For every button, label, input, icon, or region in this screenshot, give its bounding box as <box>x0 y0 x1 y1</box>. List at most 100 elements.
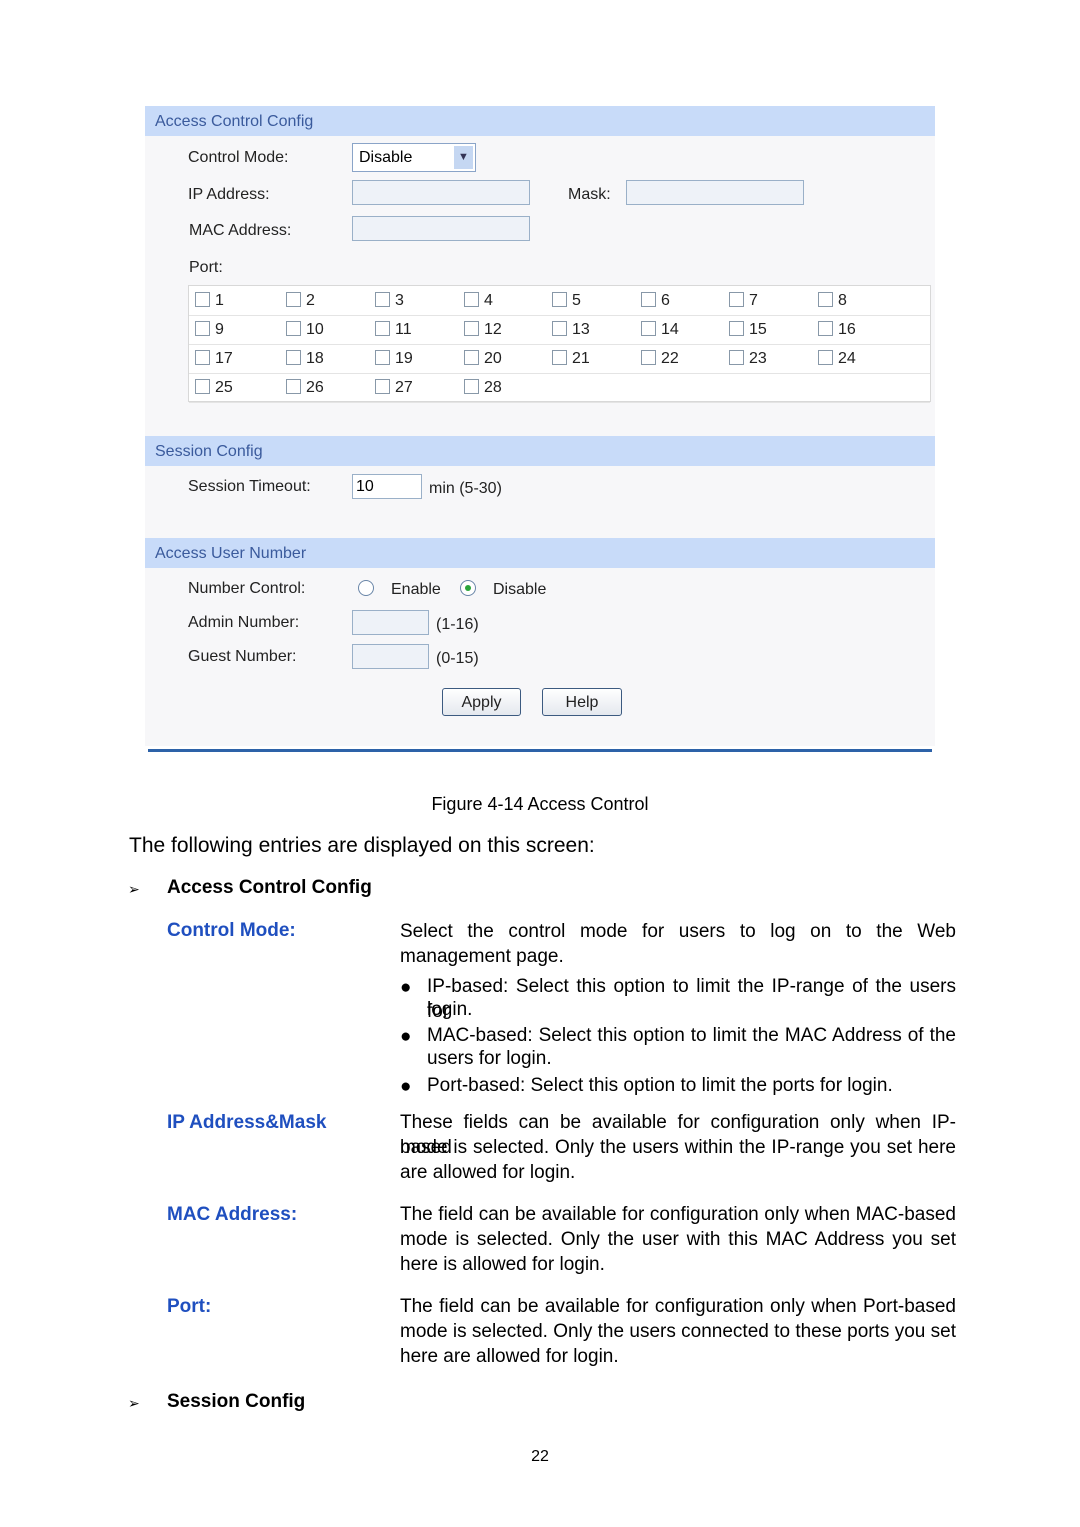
port-option: 26 <box>286 379 324 397</box>
desc-line: here are allowed for login. <box>400 1346 619 1367</box>
port-number: 2 <box>306 292 315 309</box>
port-checkbox[interactable] <box>641 350 656 365</box>
help-button[interactable]: Help <box>542 688 622 716</box>
enable-radio[interactable] <box>358 580 374 596</box>
port-option: 17 <box>195 350 233 368</box>
port-number: 17 <box>215 350 233 367</box>
port-checkbox[interactable] <box>464 321 479 336</box>
port-number: 11 <box>395 321 412 338</box>
port-option: 23 <box>729 350 767 368</box>
admin-number-hint: (1-16) <box>436 616 479 633</box>
bullet-line: Port-based: Select this option to limit … <box>427 1075 893 1096</box>
session-timeout-input[interactable]: 10 <box>352 474 422 499</box>
port-row: 9 10 11 12 13 14 15 16 <box>189 315 930 345</box>
port-checkbox[interactable] <box>464 379 479 394</box>
port-checkbox[interactable] <box>286 350 301 365</box>
figure-caption: Figure 4-14 Access Control <box>431 794 649 814</box>
port-number: 24 <box>838 350 856 367</box>
port-checkbox[interactable] <box>641 321 656 336</box>
port-checkbox[interactable] <box>729 321 744 336</box>
ip-address-label: IP Address: <box>188 186 270 203</box>
port-option: 16 <box>818 321 856 339</box>
port-checkbox[interactable] <box>195 379 210 394</box>
bullet-line: IP-based: Select this option to limit th… <box>427 976 956 1022</box>
port-checkbox[interactable] <box>818 350 833 365</box>
number-control-label: Number Control: <box>188 580 306 597</box>
port-number: 23 <box>749 350 767 367</box>
desc-line: Select the control mode for users to log… <box>400 921 956 942</box>
intro-text: The following entries are displayed on t… <box>129 834 595 857</box>
port-checkbox[interactable] <box>818 292 833 307</box>
port-number: 12 <box>484 321 502 338</box>
port-checkbox[interactable] <box>641 292 656 307</box>
port-number: 18 <box>306 350 324 367</box>
arrow-bullet-icon: ➢ <box>128 881 140 897</box>
port-checkbox[interactable] <box>552 350 567 365</box>
port-option: 1 <box>195 292 224 310</box>
port-option: 19 <box>375 350 413 368</box>
apply-button[interactable]: Apply <box>442 688 521 716</box>
guest-number-input[interactable] <box>352 644 429 669</box>
port-checkbox[interactable] <box>552 321 567 336</box>
port-checkbox[interactable] <box>375 379 390 394</box>
port-number: 27 <box>395 379 413 396</box>
page-number: 22 <box>531 1448 549 1465</box>
port-row: 17 18 19 20 21 22 23 24 <box>189 344 930 374</box>
port-row: 25 26 27 28 <box>189 373 930 403</box>
term-port: Port: <box>167 1296 212 1317</box>
port-checkbox[interactable] <box>195 292 210 307</box>
port-option: 25 <box>195 379 233 397</box>
port-checkbox[interactable] <box>195 350 210 365</box>
bullet-icon: ● <box>400 1076 412 1097</box>
port-option: 20 <box>464 350 502 368</box>
port-checkbox[interactable] <box>195 321 210 336</box>
port-option: 4 <box>464 292 493 310</box>
control-mode-select[interactable]: Disable ▼ <box>352 143 476 172</box>
session-timeout-hint: min (5-30) <box>429 480 502 497</box>
admin-number-input[interactable] <box>352 610 429 635</box>
port-option: 12 <box>464 321 502 339</box>
port-number: 4 <box>484 292 493 309</box>
port-number: 14 <box>661 321 679 338</box>
port-option: 10 <box>286 321 324 339</box>
disable-radio[interactable] <box>460 580 476 596</box>
chevron-down-icon: ▼ <box>454 146 473 169</box>
port-checkbox[interactable] <box>286 321 301 336</box>
port-option: 3 <box>375 292 404 310</box>
port-checkbox[interactable] <box>729 292 744 307</box>
port-number: 26 <box>306 379 324 396</box>
port-option: 28 <box>464 379 502 397</box>
port-number: 9 <box>215 321 224 338</box>
bullet-line: login. <box>427 999 473 1020</box>
section-heading: Session Config <box>167 1391 306 1412</box>
port-option: 11 <box>375 321 412 339</box>
access-control-header: Access Control Config <box>145 106 935 136</box>
session-timeout-label: Session Timeout: <box>188 478 311 495</box>
admin-number-label: Admin Number: <box>188 614 300 631</box>
control-mode-label: Control Mode: <box>188 149 289 166</box>
port-checkbox[interactable] <box>286 292 301 307</box>
port-checkbox[interactable] <box>375 321 390 336</box>
port-number: 22 <box>661 350 679 367</box>
port-option: 9 <box>195 321 224 339</box>
port-checkbox[interactable] <box>375 350 390 365</box>
port-checkbox[interactable] <box>464 350 479 365</box>
port-checkbox[interactable] <box>729 350 744 365</box>
port-number: 7 <box>749 292 758 309</box>
disable-label: Disable <box>493 581 547 598</box>
ip-address-input[interactable] <box>352 180 530 205</box>
port-number: 19 <box>395 350 413 367</box>
port-option: 8 <box>818 292 847 310</box>
mask-input[interactable] <box>626 180 804 205</box>
port-option: 18 <box>286 350 324 368</box>
port-option: 21 <box>552 350 590 368</box>
port-number: 8 <box>838 292 847 309</box>
port-grid: 1 2 3 4 5 6 7 8 9 10 11 12 13 14 15 16 17 18 19 20 21 22 23 24 2… <box>188 285 931 403</box>
bullet-icon: ● <box>400 977 412 998</box>
mac-address-input[interactable] <box>352 216 530 241</box>
port-checkbox[interactable] <box>818 321 833 336</box>
port-checkbox[interactable] <box>464 292 479 307</box>
port-checkbox[interactable] <box>286 379 301 394</box>
port-checkbox[interactable] <box>552 292 567 307</box>
port-checkbox[interactable] <box>375 292 390 307</box>
